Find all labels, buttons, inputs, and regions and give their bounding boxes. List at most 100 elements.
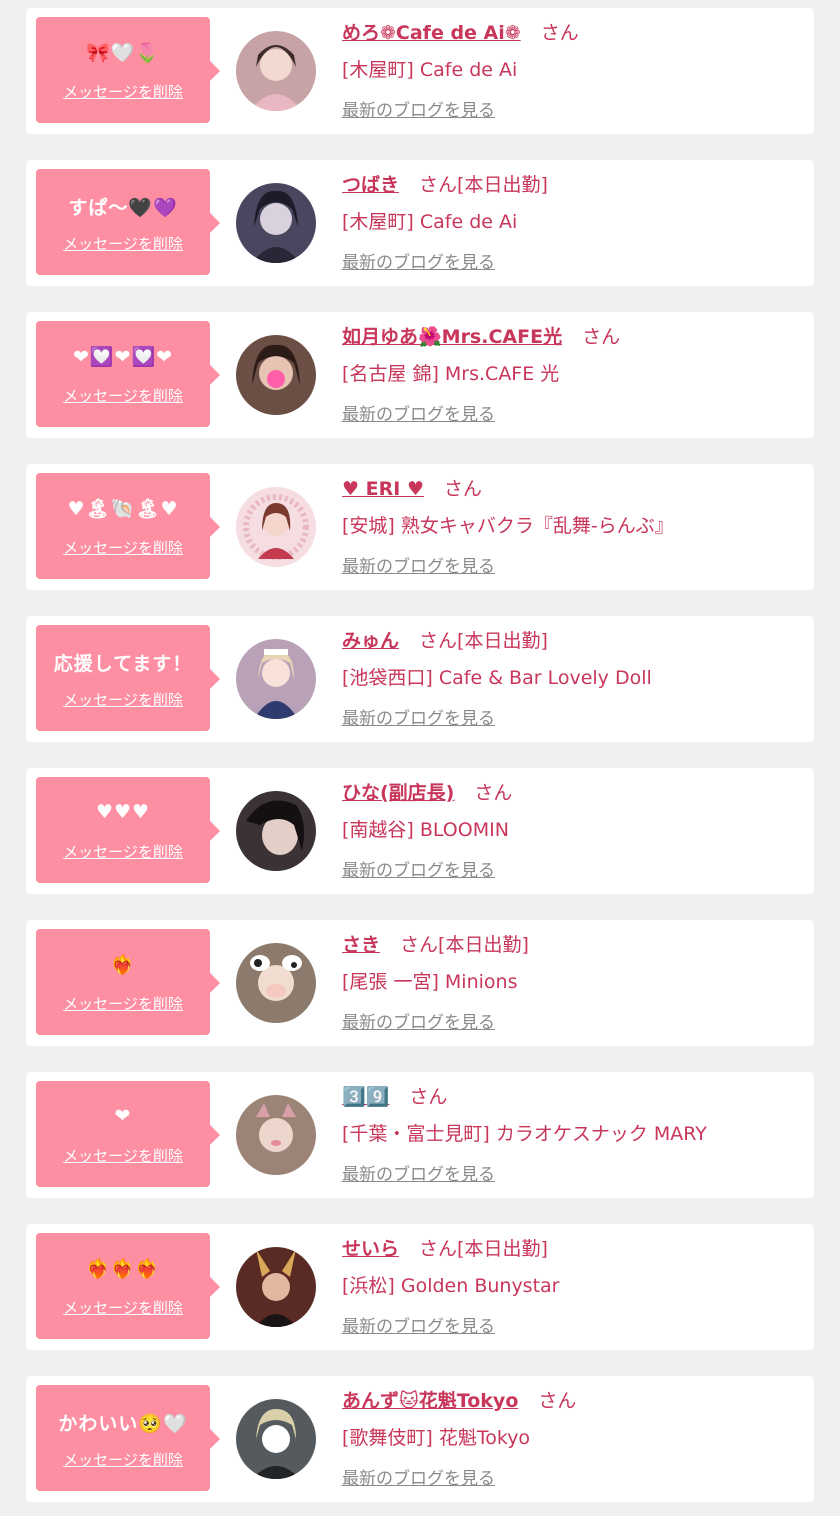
latest-blog-link[interactable]: 最新のブログを見る	[342, 704, 495, 729]
list-item: ❤‍🔥❤‍🔥❤‍🔥 メッセージを削除 せいら さん[本日出勤] [浜松] Gold…	[26, 1224, 814, 1350]
delete-message-link[interactable]: メッセージを削除	[36, 841, 210, 862]
shop-name: [安城] 熟女キャバクラ『乱舞-らんぶ』	[342, 515, 674, 537]
item-info: つばき さん[本日出勤] [木屋町] Cafe de Ai 最新のブログを見る	[342, 171, 804, 273]
message-text: ❤‍🔥❤‍🔥❤‍🔥	[86, 1258, 160, 1280]
honorific: さん	[538, 1390, 577, 1412]
attendance-status: [本日出勤]	[457, 174, 548, 196]
message-bubble: ❤‍🔥 メッセージを削除	[36, 929, 220, 1035]
message-bubble: 🎀🤍🌷 メッセージを削除	[36, 17, 220, 123]
latest-blog-link[interactable]: 最新のブログを見る	[342, 1008, 495, 1033]
message-text: ❤‍🔥	[110, 954, 136, 976]
honorific: さん	[419, 630, 458, 652]
cast-name-link[interactable]: せいら	[342, 1238, 399, 1260]
shop-name: [池袋西口] Cafe & Bar Lovely Doll	[342, 667, 652, 689]
message-bubble: ❤‍🔥❤‍🔥❤‍🔥 メッセージを削除	[36, 1233, 220, 1339]
message-bubble: かわいい🥺🤍 メッセージを削除	[36, 1385, 220, 1491]
list-item: 🎀🤍🌷 メッセージを削除 めろ❁Cafe de Ai❁ さん [木屋町] Cafe…	[26, 8, 814, 134]
cast-name-link[interactable]: あんず🐱花魁Tokyo	[342, 1390, 518, 1412]
item-info: あんず🐱花魁Tokyo さん [歌舞伎町] 花魁Tokyo 最新のブログを見る	[342, 1387, 804, 1489]
honorific: さん	[419, 1238, 458, 1260]
delete-message-link[interactable]: メッセージを削除	[36, 233, 210, 254]
list-item: すぱ〜🖤💜 メッセージを削除 つばき さん[本日出勤] [木屋町] Cafe de…	[26, 160, 814, 286]
item-info: ひな(副店長) さん [南越谷] BLOOMIN 最新のブログを見る	[342, 779, 804, 881]
attendance-status: [本日出勤]	[438, 934, 529, 956]
honorific: さん	[540, 22, 579, 44]
honorific: さん	[443, 478, 482, 500]
delete-message-link[interactable]: メッセージを削除	[36, 993, 210, 1014]
list-item: ❤‍🔥 メッセージを削除 さき さん[本日出勤] [尾張 一宮] Minions …	[26, 920, 814, 1046]
avatar[interactable]	[236, 943, 316, 1023]
item-info: せいら さん[本日出勤] [浜松] Golden Bunystar 最新のブログを…	[342, 1235, 804, 1337]
delete-message-link[interactable]: メッセージを削除	[36, 537, 210, 558]
cast-name-link[interactable]: さき	[342, 934, 380, 956]
latest-blog-link[interactable]: 最新のブログを見る	[342, 96, 495, 121]
cast-name-link[interactable]: 如月ゆあ🌺Mrs.CAFE光	[342, 326, 562, 348]
message-text: 🎀🤍🌷	[86, 42, 160, 64]
honorific: さん	[474, 782, 513, 804]
message-text: 応援してます！	[53, 653, 193, 675]
delete-message-link[interactable]: メッセージを削除	[36, 1145, 210, 1166]
delete-message-link[interactable]: メッセージを削除	[36, 1449, 210, 1470]
message-bubble: ♥🏝🐚🏝♥ メッセージを削除	[36, 473, 220, 579]
latest-blog-link[interactable]: 最新のブログを見る	[342, 856, 495, 881]
latest-blog-link[interactable]: 最新のブログを見る	[342, 400, 495, 425]
delete-message-link[interactable]: メッセージを削除	[36, 689, 210, 710]
list-item: ♥♥♥ メッセージを削除 ひな(副店長) さん [南越谷] BLOOMIN 最新の…	[26, 768, 814, 894]
avatar[interactable]	[236, 183, 316, 263]
item-info: めろ❁Cafe de Ai❁ さん [木屋町] Cafe de Ai 最新のブログ…	[342, 19, 804, 121]
avatar[interactable]	[236, 639, 316, 719]
item-info: さき さん[本日出勤] [尾張 一宮] Minions 最新のブログを見る	[342, 931, 804, 1033]
message-bubble: ♥♥♥ メッセージを削除	[36, 777, 220, 883]
list-item: ❤ メッセージを削除 3️⃣9️⃣ さん [千葉・富士見町] カラオケスナック M…	[26, 1072, 814, 1198]
cast-name-link[interactable]: 3️⃣9️⃣	[342, 1086, 389, 1108]
list-item: ♥🏝🐚🏝♥ メッセージを削除 ♥ ERI ♥ さん [安城] 熟女キャバクラ『乱舞…	[26, 464, 814, 590]
cast-name-link[interactable]: めろ❁Cafe de Ai❁	[342, 22, 521, 44]
message-text: かわいい🥺🤍	[58, 1413, 188, 1435]
shop-name: [千葉・富士見町] カラオケスナック MARY	[342, 1123, 707, 1145]
delete-message-link[interactable]: メッセージを削除	[36, 81, 210, 102]
item-info: みゅん さん[本日出勤] [池袋西口] Cafe & Bar Lovely Dol…	[342, 627, 804, 729]
message-text: ❤💟❤💟❤	[72, 346, 174, 368]
shop-name: [木屋町] Cafe de Ai	[342, 59, 518, 81]
honorific: さん	[409, 1086, 448, 1108]
shop-name: [尾張 一宮] Minions	[342, 971, 518, 993]
shop-name: [名古屋 錦] Mrs.CAFE 光	[342, 363, 560, 385]
avatar[interactable]	[236, 31, 316, 111]
avatar[interactable]	[236, 335, 316, 415]
message-bubble: ❤💟❤💟❤ メッセージを削除	[36, 321, 220, 427]
cast-name-link[interactable]: ひな(副店長)	[342, 782, 454, 804]
message-bubble: すぱ〜🖤💜 メッセージを削除	[36, 169, 220, 275]
latest-blog-link[interactable]: 最新のブログを見る	[342, 552, 495, 577]
shop-name: [歌舞伎町] 花魁Tokyo	[342, 1427, 531, 1449]
avatar[interactable]	[236, 487, 316, 567]
honorific: さん	[400, 934, 439, 956]
cast-name-link[interactable]: みゅん	[342, 630, 399, 652]
honorific: さん	[419, 174, 458, 196]
delete-message-link[interactable]: メッセージを削除	[36, 1297, 210, 1318]
item-info: 如月ゆあ🌺Mrs.CAFE光 さん [名古屋 錦] Mrs.CAFE 光 最新のブ…	[342, 323, 804, 425]
shop-name: [浜松] Golden Bunystar	[342, 1275, 560, 1297]
attendance-status: [本日出勤]	[457, 1238, 548, 1260]
cast-name-link[interactable]: ♥ ERI ♥	[342, 478, 424, 500]
list-item: ❤💟❤💟❤ メッセージを削除 如月ゆあ🌺Mrs.CAFE光 さん [名古屋 錦] …	[26, 312, 814, 438]
message-text: すぱ〜🖤💜	[68, 197, 178, 219]
list-item: かわいい🥺🤍 メッセージを削除 あんず🐱花魁Tokyo さん [歌舞伎町] 花魁T…	[26, 1376, 814, 1502]
message-text: ❤	[114, 1105, 132, 1127]
avatar[interactable]	[236, 1399, 316, 1479]
cast-name-link[interactable]: つばき	[342, 174, 399, 196]
item-info: ♥ ERI ♥ さん [安城] 熟女キャバクラ『乱舞-らんぶ』 最新のブログを見る	[342, 475, 804, 577]
list-item: 応援してます！ メッセージを削除 みゅん さん[本日出勤] [池袋西口] Cafe…	[26, 616, 814, 742]
latest-blog-link[interactable]: 最新のブログを見る	[342, 1312, 495, 1337]
latest-blog-link[interactable]: 最新のブログを見る	[342, 248, 495, 273]
avatar[interactable]	[236, 1095, 316, 1175]
attendance-status: [本日出勤]	[457, 630, 548, 652]
latest-blog-link[interactable]: 最新のブログを見る	[342, 1464, 495, 1489]
delete-message-link[interactable]: メッセージを削除	[36, 385, 210, 406]
avatar[interactable]	[236, 791, 316, 871]
latest-blog-link[interactable]: 最新のブログを見る	[342, 1160, 495, 1185]
message-text: ♥♥♥	[95, 801, 151, 823]
avatar[interactable]	[236, 1247, 316, 1327]
message-bubble: 応援してます！ メッセージを削除	[36, 625, 220, 731]
message-bubble: ❤ メッセージを削除	[36, 1081, 220, 1187]
shop-name: [南越谷] BLOOMIN	[342, 819, 509, 841]
